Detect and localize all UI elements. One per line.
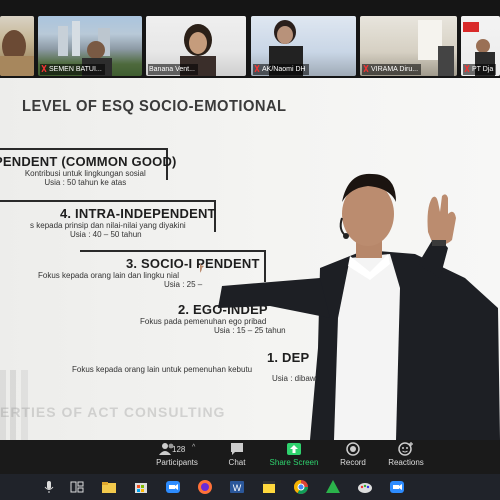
participant-video [0,30,34,76]
word-icon[interactable]: W [228,478,246,496]
muted-mic-icon [363,64,369,73]
taskbar: W [0,474,500,500]
participant-tile[interactable]: VIRAMA Diru... [360,16,457,76]
muted-mic-icon [254,64,260,73]
record-icon [346,442,360,456]
share-screen-label: Share Screen [269,458,319,467]
level-title: PENDENT (COMMON GOOD) [0,154,177,169]
participants-button[interactable]: 128 ^ Participants [147,442,207,467]
participants-caret-icon[interactable]: ^ [192,444,195,451]
level-age: Usia : 50 tahun ke atas [44,178,127,187]
firefox-icon[interactable] [196,478,214,496]
mic-icon[interactable] [40,478,58,496]
participant-tile[interactable] [0,16,34,76]
chrome-icon[interactable] [292,478,310,496]
participant-tile[interactable]: AK/Naomi DH [251,16,356,76]
participant-name: VIRAMA Diru... [362,64,422,75]
presenter-video [200,173,500,440]
level-4: 4. INTRA-INDEPENDENT s kepada prinsip da… [0,206,216,239]
store-icon[interactable] [132,478,150,496]
sticky-notes-icon[interactable] [260,478,278,496]
paint-icon[interactable] [356,478,374,496]
muted-mic-icon [464,64,470,73]
file-explorer-icon[interactable] [100,478,118,496]
task-view-icon[interactable] [68,478,86,496]
participants-count: 128 [172,445,186,454]
muted-mic-icon [41,64,47,73]
zoom-meeting-icon[interactable] [388,478,406,496]
slide-title: LEVEL OF ESQ SOCIO-EMOTIONAL [22,98,287,115]
reactions-label: Reactions [388,458,424,467]
camtasia-icon[interactable] [324,478,342,496]
svg-text:W: W [233,483,242,493]
participant-tile[interactable]: PT Dja [461,16,500,76]
participant-tile[interactable]: Banana Vent... [146,16,246,76]
zoom-icon[interactable] [164,478,182,496]
chat-button[interactable]: Chat [220,442,254,467]
participants-label: Participants [156,458,198,467]
level-description: Kontribusi untuk lingkungan sosial [24,169,146,178]
level-5: PENDENT (COMMON GOOD) Kontribusi untuk l… [0,154,177,187]
level-title: 4. INTRA-INDEPENDENT [60,206,216,221]
level-description: s kepada prinsip dan nilai-nilai yang di… [30,221,186,230]
reactions-icon [398,442,413,456]
participant-name: PT Dja [463,64,497,75]
share-screen-button[interactable]: Share Screen [268,442,320,467]
participant-strip: SEMEN BATUI... Banana Vent... AK/Naomi D… [0,0,500,78]
record-label: Record [340,458,366,467]
participant-name: Banana Vent... [148,64,198,75]
meeting-toolbar: 128 ^ Participants Chat Share Screen Rec… [0,440,500,474]
participant-name: SEMEN BATUI... [40,64,105,75]
participant-tile[interactable]: SEMEN BATUI... [38,16,142,76]
reactions-button[interactable]: Reactions [386,442,426,467]
chat-icon [231,443,243,455]
participant-name: AK/Naomi DH [253,64,309,75]
chat-label: Chat [228,458,246,467]
record-button[interactable]: Record [336,442,370,467]
level-age: Usia : 40 – 50 tahun [70,230,142,239]
slide-watermark: ERTIES OF ACT CONSULTING [0,404,226,420]
share-screen-icon [287,443,301,455]
